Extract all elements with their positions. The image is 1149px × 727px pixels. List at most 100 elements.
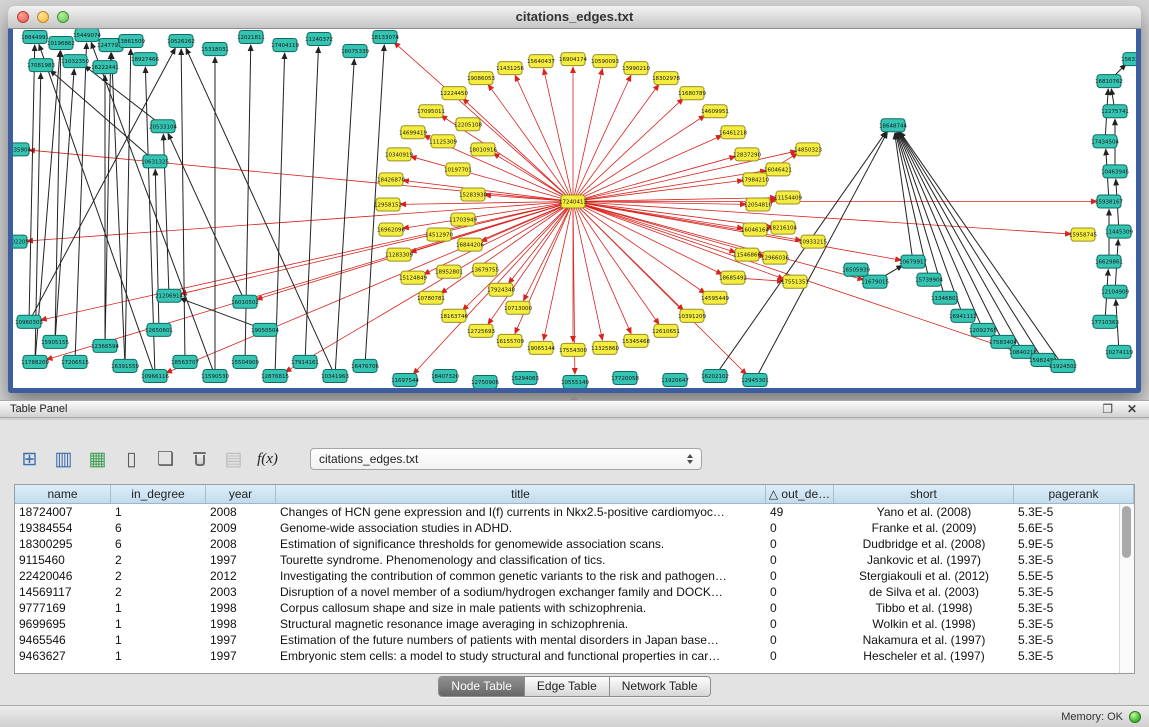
graph-node[interactable]: 15938167 bbox=[1095, 195, 1123, 208]
graph-node[interactable]: 16461218 bbox=[719, 126, 747, 139]
graph-node[interactable]: 17902205 bbox=[13, 235, 29, 248]
new-table-icon[interactable]: ❏ bbox=[152, 446, 179, 472]
graph-node[interactable]: 16046421 bbox=[764, 163, 792, 176]
graph-node[interactable]: 12092765 bbox=[969, 323, 997, 336]
tab-network-table[interactable]: Network Table bbox=[609, 677, 710, 696]
create-column-icon[interactable]: ▦ bbox=[84, 446, 111, 472]
graph-node[interactable]: 10713000 bbox=[504, 301, 532, 314]
graph-node[interactable]: 16391559 bbox=[111, 359, 139, 372]
graph-node[interactable]: 18952801 bbox=[435, 265, 463, 278]
graph-node[interactable]: 17240413 bbox=[559, 195, 587, 208]
graph-node[interactable]: 15739904 bbox=[915, 273, 943, 286]
graph-node[interactable]: 10590093 bbox=[591, 55, 619, 68]
graph-node[interactable]: 10341963 bbox=[321, 369, 349, 382]
delete-column-icon[interactable]: ▯ bbox=[118, 446, 145, 472]
column-header-pagerank[interactable]: pagerank bbox=[1014, 485, 1134, 503]
float-panel-icon[interactable]: ❐ bbox=[1102, 401, 1113, 418]
tab-node-table[interactable]: Node Table bbox=[439, 677, 524, 696]
close-panel-icon[interactable]: ✕ bbox=[1127, 401, 1137, 418]
graph-node[interactable]: 12205108 bbox=[454, 118, 482, 131]
graph-node[interactable]: 12275741 bbox=[1101, 105, 1129, 118]
graph-node[interactable]: 10197701 bbox=[444, 163, 472, 176]
graph-node[interactable]: 16010502 bbox=[231, 295, 259, 308]
graph-node[interactable]: 10274119 bbox=[1105, 345, 1133, 358]
zoom-window-button[interactable] bbox=[57, 11, 69, 23]
graph-node[interactable]: 11283309 bbox=[385, 248, 413, 261]
graph-node[interactable]: 16476706 bbox=[351, 359, 379, 372]
graph-node[interactable]: 12876815 bbox=[261, 369, 289, 382]
graph-node[interactable]: 17404119 bbox=[271, 39, 299, 52]
graph-node[interactable]: 15449074 bbox=[73, 29, 101, 42]
graph-node[interactable]: 15958745 bbox=[1069, 228, 1097, 241]
graph-node[interactable]: 11154409 bbox=[774, 191, 802, 204]
graph-node[interactable]: 12104909 bbox=[1101, 285, 1129, 298]
graph-node[interactable]: 16962096 bbox=[377, 223, 405, 236]
graph-node[interactable]: 10960303 bbox=[15, 315, 43, 328]
graph-node[interactable]: 16505939 bbox=[842, 263, 870, 276]
graph-node[interactable]: 18163746 bbox=[440, 309, 468, 322]
graph-node[interactable]: 12224450 bbox=[440, 87, 468, 100]
graph-node[interactable]: 15504909 bbox=[231, 355, 259, 368]
graph-node[interactable]: 17095011 bbox=[417, 105, 445, 118]
graph-node[interactable]: 10526262 bbox=[167, 35, 195, 48]
graph-node[interactable]: 14699419 bbox=[399, 126, 427, 139]
table-row[interactable]: 946554611997Estimation of the future num… bbox=[15, 632, 1119, 648]
column-header-year[interactable]: year bbox=[206, 485, 276, 503]
network-graph[interactable]: 1724041312054810160461641154686618685492… bbox=[13, 29, 1136, 388]
graph-node[interactable]: 10555149 bbox=[561, 375, 589, 388]
graph-node[interactable]: 17434504 bbox=[1091, 135, 1119, 148]
graph-node[interactable]: 16046164 bbox=[741, 223, 769, 236]
graph-node[interactable]: 19086053 bbox=[467, 72, 495, 85]
graph-node[interactable]: 17206515 bbox=[61, 355, 89, 368]
minimize-window-button[interactable] bbox=[37, 11, 49, 23]
graph-node[interactable]: 12366594 bbox=[91, 339, 119, 352]
graph-node[interactable]: 18302978 bbox=[652, 72, 680, 85]
tab-edge-table[interactable]: Edge Table bbox=[524, 677, 609, 696]
graph-node[interactable]: 18844991 bbox=[21, 31, 49, 44]
graph-node[interactable]: 10463945 bbox=[1101, 165, 1129, 178]
graph-node[interactable]: 18010916 bbox=[469, 143, 497, 156]
graph-node[interactable]: 16629861 bbox=[1095, 255, 1123, 268]
graph-node[interactable]: 12958152 bbox=[374, 198, 402, 211]
graph-node[interactable]: 16155709 bbox=[496, 334, 524, 347]
graph-node[interactable]: 13861509 bbox=[117, 35, 145, 48]
table-row[interactable]: 969969511998Structural magnetic resonanc… bbox=[15, 616, 1119, 632]
graph-node[interactable]: 10631325 bbox=[141, 155, 169, 168]
graph-node[interactable]: 15345468 bbox=[622, 334, 650, 347]
graph-node[interactable]: 16810762 bbox=[1095, 75, 1123, 88]
graph-node[interactable]: 19050504 bbox=[251, 323, 279, 336]
graph-node[interactable]: 15283930 bbox=[459, 188, 487, 201]
graph-node[interactable]: 11431256 bbox=[496, 62, 524, 75]
graph-node[interactable]: 16222441 bbox=[91, 61, 119, 74]
table-select-dropdown[interactable]: citations_edges.txt bbox=[310, 448, 702, 470]
graph-node[interactable]: 12650601 bbox=[145, 323, 173, 336]
graph-node[interactable]: 11032350 bbox=[61, 55, 89, 68]
function-builder-icon[interactable]: f(x) bbox=[254, 446, 281, 472]
table-row[interactable]: 2242004622012Investigating the contribut… bbox=[15, 568, 1119, 584]
graph-node[interactable]: 10391209 bbox=[678, 309, 706, 322]
graph-node[interactable]: 16844206 bbox=[456, 238, 484, 251]
graph-node[interactable]: 18685492 bbox=[719, 271, 747, 284]
table-row[interactable]: 946362711997Embryonic stem cells: a mode… bbox=[15, 648, 1119, 664]
graph-node[interactable]: 11920647 bbox=[661, 373, 689, 386]
graph-node[interactable]: 21206914 bbox=[155, 289, 183, 302]
column-header-name[interactable]: name bbox=[15, 485, 111, 503]
graph-node[interactable]: 12835904 bbox=[13, 143, 31, 156]
window-titlebar[interactable]: citations_edges.txt bbox=[8, 6, 1141, 29]
trash-icon[interactable] bbox=[186, 446, 213, 472]
graph-node[interactable]: 16202102 bbox=[701, 369, 729, 382]
column-header-short[interactable]: short bbox=[834, 485, 1014, 503]
graph-node[interactable]: 18407320 bbox=[431, 369, 459, 382]
graph-node[interactable]: 12966036 bbox=[761, 251, 789, 264]
graph-node[interactable]: 15124849 bbox=[399, 271, 427, 284]
show-columns-icon[interactable]: ▥ bbox=[50, 446, 77, 472]
graph-node[interactable]: 12750906 bbox=[471, 375, 499, 388]
graph-node[interactable]: 11697544 bbox=[391, 373, 419, 386]
graph-node[interactable]: 17551351 bbox=[781, 275, 809, 288]
table-row[interactable]: 1456911722003Disruption of a novel membe… bbox=[15, 584, 1119, 600]
import-table-icon[interactable]: ▤ bbox=[220, 446, 247, 472]
graph-node[interactable]: 10340919 bbox=[385, 148, 413, 161]
table-row[interactable]: 1872400712008Changes of HCN gene express… bbox=[15, 504, 1119, 520]
graph-node[interactable]: 12945301 bbox=[741, 373, 769, 386]
graph-node[interactable]: 11924502 bbox=[1049, 359, 1077, 372]
